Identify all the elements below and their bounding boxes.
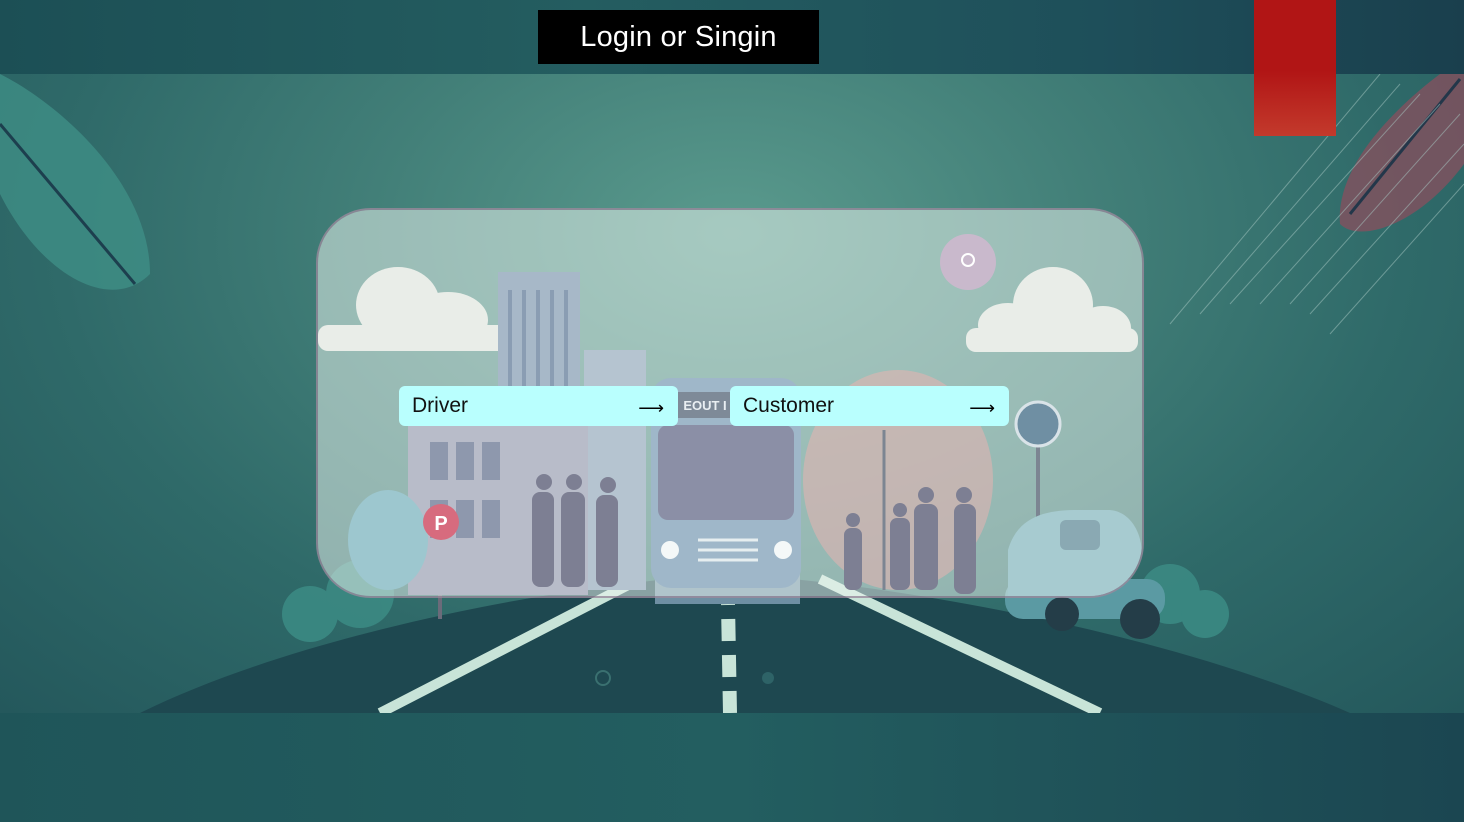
left-leaf [0,74,150,290]
page-title: Login or Singin [538,10,819,64]
road-center-line [721,603,737,713]
red-accent-block [1254,0,1336,136]
clouds [318,267,1138,352]
bus-headlight-right [774,541,792,559]
bus-sign-label: EOUT I [683,398,726,413]
parking-sign-label: P [434,513,447,535]
bottom-band [0,713,1464,822]
moon [940,234,996,290]
arrow-right-icon: ⟶ [969,397,995,418]
driver-button[interactable]: Driver ⟶ [399,386,678,426]
bus-stop-sign [1014,400,1062,448]
ground-dot-2 [762,672,774,684]
customer-button[interactable]: Customer ⟶ [730,386,1009,426]
car-window [1060,520,1100,550]
customer-label: Customer [743,394,835,417]
arrow-right-icon: ⟶ [638,397,664,418]
bus-headlight-left [661,541,679,559]
car-wheel-rear [1120,599,1160,639]
bus-windshield [658,425,794,520]
plant-left [348,490,428,590]
driver-label: Driver [412,394,468,417]
car-wheel-front [1045,597,1079,631]
